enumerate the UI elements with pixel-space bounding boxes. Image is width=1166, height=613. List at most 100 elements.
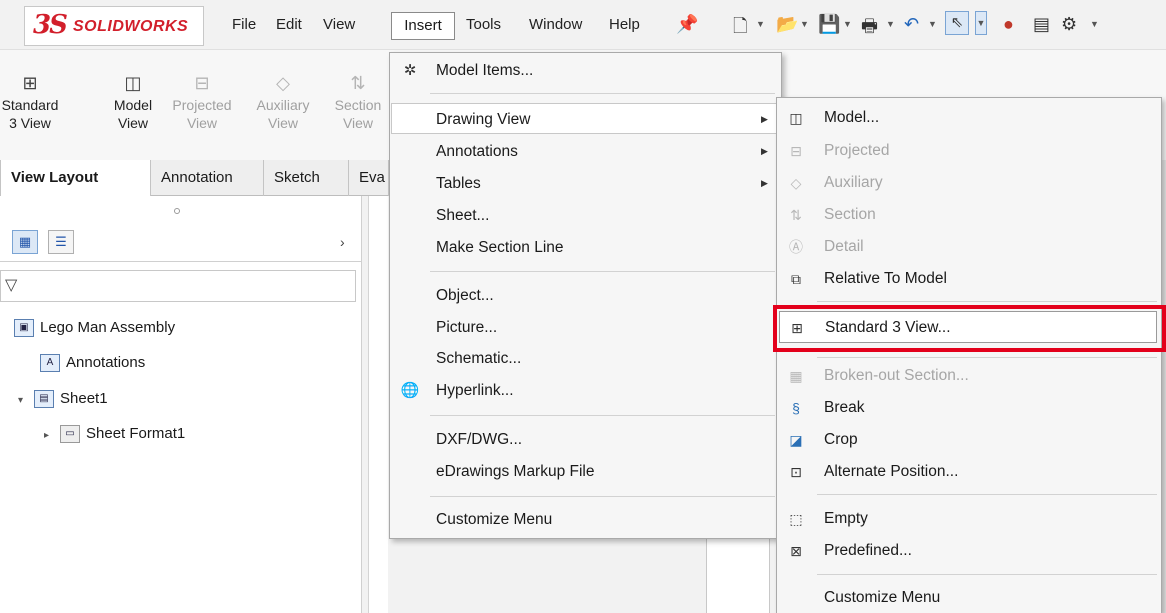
chevron-down-icon[interactable]: ▼ <box>756 19 765 29</box>
menu-edit[interactable]: Edit <box>276 0 302 50</box>
menu-item-object[interactable]: Object... <box>391 280 780 311</box>
chevron-down-icon[interactable]: ▼ <box>800 19 809 29</box>
tree-item-drawing[interactable]: ▣ Lego Man Assembly <box>14 314 175 342</box>
menu-help[interactable]: Help <box>609 0 640 50</box>
tree-item-sheet1[interactable]: ▾ ▤ Sheet1 <box>18 385 108 413</box>
print-icon[interactable]: 🖶 <box>861 14 878 44</box>
menu-file[interactable]: File <box>232 0 256 50</box>
undo-icon[interactable]: ↶ <box>904 14 919 35</box>
menu-item-annotations[interactable]: Annotations ▶ <box>391 136 780 167</box>
insert-menu: ✲ Model Items... Drawing View ▶ Annotati… <box>389 52 782 539</box>
menu-item-dxf-dwg[interactable]: DXF/DWG... <box>391 424 780 455</box>
submenu-item-section[interactable]: ⇅ Section <box>778 199 1160 231</box>
model-view-button[interactable]: ◫ Model View <box>103 70 163 132</box>
tree-item-label: Sheet1 <box>60 390 108 407</box>
submenu-item-detail[interactable]: Ⓐ Detail <box>778 231 1160 263</box>
submenu-item-break[interactable]: § Break <box>778 392 1160 424</box>
chevron-down-icon[interactable]: ▼ <box>928 19 937 29</box>
menu-tools[interactable]: Tools <box>466 0 501 50</box>
submenu-arrow-icon: ▶ <box>761 114 768 124</box>
tree-item-sheet-format1[interactable]: ▸ ▭ Sheet Format1 <box>44 420 185 448</box>
drawing-sheet[interactable] <box>368 196 388 613</box>
tab-evaluate[interactable]: Eva <box>349 160 389 196</box>
save-icon[interactable]: 💾 <box>818 14 840 35</box>
menu-window[interactable]: Window <box>529 0 582 50</box>
feature-manager-tab-icon[interactable]: ▦ <box>12 230 38 254</box>
chevron-right-icon[interactable]: ▸ <box>44 422 60 450</box>
menu-item-edrawings-markup[interactable]: eDrawings Markup File <box>391 456 780 487</box>
solidworks-logo[interactable]: 3S SOLIDWORKS <box>24 6 204 46</box>
options-icon[interactable]: ⚙ <box>1061 14 1077 35</box>
menu-item-label: Empty <box>824 510 868 527</box>
section-view-icon: ⇅ <box>790 207 802 223</box>
relative-view-icon: ⧉ <box>791 271 801 287</box>
tab-annotation[interactable]: Annotation <box>151 160 264 196</box>
submenu-item-customize-menu[interactable]: Customize Menu <box>778 582 1160 613</box>
panel-splitter-handle[interactable] <box>174 208 180 214</box>
open-icon[interactable]: 📂 <box>776 14 798 35</box>
menu-insert[interactable]: Insert <box>391 12 455 40</box>
section-view-button[interactable]: ⇅ Section View <box>328 70 388 132</box>
submenu-item-broken-out-section[interactable]: ▦ Broken-out Section... <box>778 360 1160 392</box>
rebuild-icon[interactable]: ● <box>1003 14 1014 35</box>
menu-item-model-items[interactable]: ✲ Model Items... <box>391 55 780 86</box>
auxiliary-view-icon: ◇ <box>276 73 290 93</box>
tree-item-label: Lego Man Assembly <box>40 319 176 336</box>
drawing-icon: ▣ <box>14 319 34 338</box>
auxiliary-view-button[interactable]: ◇ Auxiliary View <box>250 70 316 132</box>
chevron-right-icon[interactable]: › <box>340 234 345 250</box>
button-label: Auxiliary <box>256 97 310 113</box>
menu-view[interactable]: View <box>323 0 355 50</box>
menu-item-customize-menu[interactable]: Customize Menu <box>391 504 780 535</box>
menu-item-make-section-line[interactable]: Make Section Line <box>391 232 780 263</box>
button-label: Standard <box>1 97 59 113</box>
tab-view-layout[interactable]: View Layout <box>0 160 151 196</box>
chevron-down-icon[interactable]: ▼ <box>1090 19 1099 29</box>
menu-item-label: Predefined... <box>824 542 912 559</box>
tree-item-annotations[interactable]: A Annotations <box>40 349 145 377</box>
chevron-down-icon[interactable]: ▾ <box>18 387 34 415</box>
menu-item-label: Make Section Line <box>436 239 564 256</box>
button-label: Model <box>113 97 153 113</box>
submenu-item-projected[interactable]: ⊟ Projected <box>778 135 1160 167</box>
submenu-item-empty[interactable]: ⬚ Empty <box>778 503 1160 535</box>
submenu-item-relative-to-model[interactable]: ⧉ Relative To Model <box>778 263 1160 295</box>
tree-filter[interactable]: ▽ <box>0 270 356 302</box>
hyperlink-icon: 🌐 <box>400 382 420 399</box>
menu-item-label: Customize Menu <box>824 589 941 606</box>
submenu-item-crop[interactable]: ◪ Crop <box>778 424 1160 456</box>
submenu-item-predefined[interactable]: ⊠ Predefined... <box>778 535 1160 567</box>
sheet-icon: ▤ <box>34 390 54 409</box>
tab-sketch[interactable]: Sketch <box>264 160 349 196</box>
chevron-down-icon[interactable]: ▼ <box>843 19 852 29</box>
property-manager-tab-icon[interactable]: ☰ <box>48 230 74 254</box>
standard-3-view-button[interactable]: ⊞ Standard 3 View <box>0 70 60 132</box>
menu-item-label: Alternate Position... <box>824 463 959 480</box>
broken-out-section-icon: ▦ <box>789 368 803 384</box>
submenu-item-auxiliary[interactable]: ◇ Auxiliary <box>778 167 1160 199</box>
file-properties-icon[interactable]: ▤ <box>1033 14 1050 35</box>
menu-item-drawing-view[interactable]: Drawing View ▶ <box>391 103 780 134</box>
new-document-icon[interactable]: 🗋 <box>733 14 747 44</box>
projected-view-button[interactable]: ⊟ Projected View <box>170 70 234 132</box>
menu-item-schematic[interactable]: Schematic... <box>391 343 780 374</box>
menu-item-tables[interactable]: Tables ▶ <box>391 168 780 199</box>
break-icon: § <box>792 400 800 416</box>
submenu-item-alternate-position[interactable]: ⊡ Alternate Position... <box>778 456 1160 488</box>
detail-view-icon: Ⓐ <box>789 239 803 255</box>
menu-item-hyperlink[interactable]: 🌐 Hyperlink... <box>391 375 780 406</box>
submenu-item-model[interactable]: ◫ Model... <box>778 102 1160 134</box>
standard-3-view-icon: ⊞ <box>22 73 38 93</box>
menu-item-label: Customize Menu <box>436 511 553 528</box>
menu-item-label: Object... <box>436 287 494 304</box>
menu-item-picture[interactable]: Picture... <box>391 312 780 343</box>
menu-item-sheet[interactable]: Sheet... <box>391 200 780 231</box>
chevron-down-icon[interactable]: ▼ <box>886 19 895 29</box>
menu-item-label: Drawing View <box>436 111 531 128</box>
panel-tabs: ▦ ☰ › <box>0 222 362 262</box>
model-view-icon: ◫ <box>124 73 142 93</box>
pin-icon[interactable]: 📌 <box>676 14 698 35</box>
menu-separator <box>430 93 775 94</box>
select-icon[interactable]: ⇖ <box>945 11 969 35</box>
chevron-down-icon[interactable]: ▼ <box>975 11 987 35</box>
